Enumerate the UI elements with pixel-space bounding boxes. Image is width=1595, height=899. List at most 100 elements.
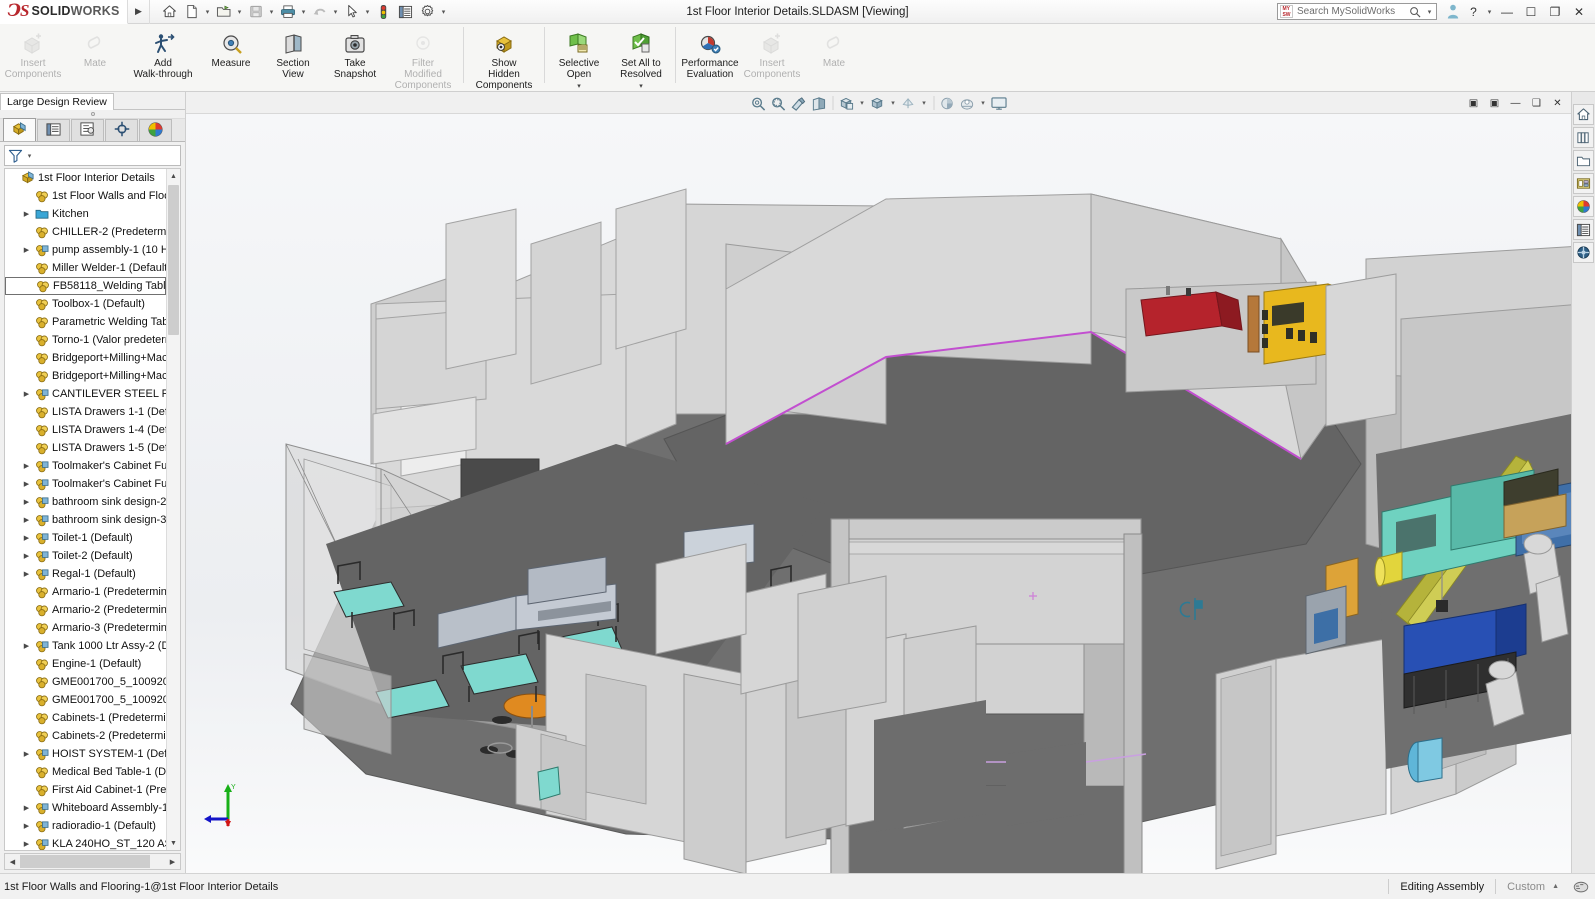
options-list-icon[interactable] [395,1,416,22]
restore-right-icon[interactable]: ▣ [1485,94,1504,112]
tree-item[interactable]: Engine-1 (Default) [5,655,166,673]
save-icon[interactable] [245,1,266,22]
expand-arrow-icon[interactable]: ▶ [21,390,32,398]
ribbon-dropdown-caret-icon[interactable]: ▾ [577,81,581,92]
tree-item[interactable]: Cabinets-2 (Predeterminado) [5,727,166,745]
maximize-button[interactable]: ❐ [1544,2,1566,22]
expand-arrow-icon[interactable]: ▶ [21,750,32,758]
edit-appearance-icon[interactable] [938,94,957,113]
units-caret-icon[interactable]: ▲ [1552,883,1559,890]
configuration-manager-tab[interactable] [71,119,104,141]
tree-item[interactable]: Armario-3 (Predeterminado) [5,619,166,637]
expand-arrow-icon[interactable]: ▶ [21,642,32,650]
tree-item[interactable]: ▶Toilet-2 (Default) [5,547,166,565]
undo-icon[interactable] [309,1,330,22]
open-folder-caret-icon[interactable]: ▾ [235,1,244,22]
scroll-right-icon[interactable]: ▶ [165,854,180,869]
ribbon-button-add-walkthrough-icon[interactable]: AddWalk-through [126,24,200,84]
open-folder-icon[interactable] [213,1,234,22]
menu-expand-arrow-icon[interactable]: ▶ [128,0,150,24]
expand-arrow-icon[interactable]: ▶ [21,552,32,560]
tree-item[interactable]: ▶HOIST SYSTEM-1 (Default) [5,745,166,763]
print-icon[interactable] [277,1,298,22]
feature-manager-tab[interactable] [3,118,36,141]
tree-item[interactable]: ▶bathroom sink design-2 (Defau [5,493,166,511]
view-orientation-icon[interactable] [837,94,856,113]
tree-item[interactable]: 1st Floor Interior Details [5,169,166,187]
view-palette-icon[interactable] [1573,173,1594,194]
restore-window-icon[interactable]: ❑ [1527,94,1546,112]
select-cursor-caret-icon[interactable]: ▾ [363,1,372,22]
solidworks-forum-icon[interactable] [1573,242,1594,263]
tree-item[interactable]: ▶radioradio-1 (Default) [5,817,166,835]
expand-arrow-icon[interactable]: ▶ [21,822,32,830]
expand-arrow-icon[interactable]: ▶ [21,246,32,254]
ribbon-button-take-snapshot-icon[interactable]: TakeSnapshot [324,24,386,84]
close-window-icon[interactable]: ✕ [1548,94,1567,112]
gear-icon[interactable] [417,1,438,22]
tree-item[interactable]: ▶Regal-1 (Default) [5,565,166,583]
tree-item[interactable]: ▶Toolmaker's Cabinet Full Asser [5,475,166,493]
minimize-button[interactable]: — [1496,2,1518,22]
vertical-scroll-thumb[interactable] [168,185,179,335]
tree-item[interactable]: ▶Kitchen [5,205,166,223]
expand-arrow-icon[interactable]: ▶ [21,840,32,848]
scroll-down-icon[interactable]: ▼ [167,836,180,850]
tree-item[interactable]: Armario-2 (Predeterminado) [5,601,166,619]
gear-caret-icon[interactable]: ▾ [439,1,448,22]
tree-item[interactable]: Toolbox-1 (Default) [5,295,166,313]
tree-item[interactable]: GME001700_5_10092014-2 (Pre [5,691,166,709]
tree-item[interactable]: Parametric Welding Table v50- [5,313,166,331]
tree-item[interactable]: ▶pump assembly-1 (10 HP Drive [5,241,166,259]
hide-show-items-icon[interactable] [899,94,918,113]
tree-item[interactable]: ▶Toolmaker's Cabinet Full Asser [5,457,166,475]
home-icon[interactable] [159,1,180,22]
tree-item[interactable]: ▶bathroom sink design-3 (Defau [5,511,166,529]
undo-caret-icon[interactable]: ▾ [331,1,340,22]
expand-arrow-icon[interactable]: ▶ [21,570,32,578]
solidworks-resources-icon[interactable] [1573,104,1594,125]
tree-vertical-scrollbar[interactable]: ▲ ▼ [166,169,180,850]
filter-caret-icon[interactable]: ▾ [25,145,34,166]
tree-item[interactable]: Medical Bed Table-1 (Default) [5,763,166,781]
hide-show-items-caret-icon[interactable]: ▾ [919,94,929,113]
restore-left-icon[interactable]: ▣ [1464,94,1483,112]
close-button[interactable]: ✕ [1568,2,1590,22]
design-library-icon[interactable] [1573,127,1594,148]
tree-item[interactable]: First Aid Cabinet-1 (Predeterm [5,781,166,799]
ribbon-button-show-hidden-components-icon[interactable]: ShowHidden Components [467,24,541,92]
tree-item[interactable]: Miller Welder-1 (Default) [5,259,166,277]
expand-arrow-icon[interactable]: ▶ [21,462,32,470]
print-caret-icon[interactable]: ▾ [299,1,308,22]
ribbon-button-section-view-icon[interactable]: SectionView [262,24,324,84]
property-manager-tab[interactable] [37,119,70,141]
zoom-to-fit-icon[interactable] [749,94,768,113]
tree-filter-bar[interactable]: ▾ [4,145,181,166]
tree-item[interactable]: ▶Whiteboard Assembly-1 (Defau [5,799,166,817]
tree-item[interactable]: Armario-1 (Predeterminado) [5,583,166,601]
dimxpert-manager-tab[interactable] [105,119,138,141]
expand-arrow-icon[interactable]: ▶ [21,480,32,488]
tree-item[interactable]: ▶KLA 240HO_ST_120 ASSEMBLY [5,835,166,850]
search-input[interactable] [1297,6,1405,17]
select-cursor-icon[interactable] [341,1,362,22]
search-mysolidworks[interactable]: MYSW ▾ [1277,3,1437,20]
expand-arrow-icon[interactable]: ▶ [21,498,32,506]
new-document-caret-icon[interactable]: ▾ [203,1,212,22]
file-explorer-icon[interactable] [1573,150,1594,171]
help-caret-icon[interactable]: ▾ [1485,1,1494,22]
tree-item[interactable]: GME001700_5_10092014-1 (Pre [5,673,166,691]
search-caret-icon[interactable]: ▾ [1425,1,1434,22]
new-document-icon[interactable] [181,1,202,22]
ribbon-button-measure-icon[interactable]: Measure [200,24,262,84]
horizontal-scroll-track[interactable] [20,855,165,868]
scroll-left-icon[interactable]: ◀ [5,854,20,869]
tree-item[interactable]: 1st Floor Walls and Flooring-1 [5,187,166,205]
display-style-icon[interactable] [868,94,887,113]
section-view-icon[interactable] [809,94,828,113]
display-manager-tab[interactable] [139,119,172,141]
expand-arrow-icon[interactable]: ▶ [21,210,32,218]
tree-item[interactable]: Bridgeport+Milling+Machine- [5,349,166,367]
restore-button[interactable]: ☐ [1520,2,1542,22]
save-caret-icon[interactable]: ▾ [267,1,276,22]
